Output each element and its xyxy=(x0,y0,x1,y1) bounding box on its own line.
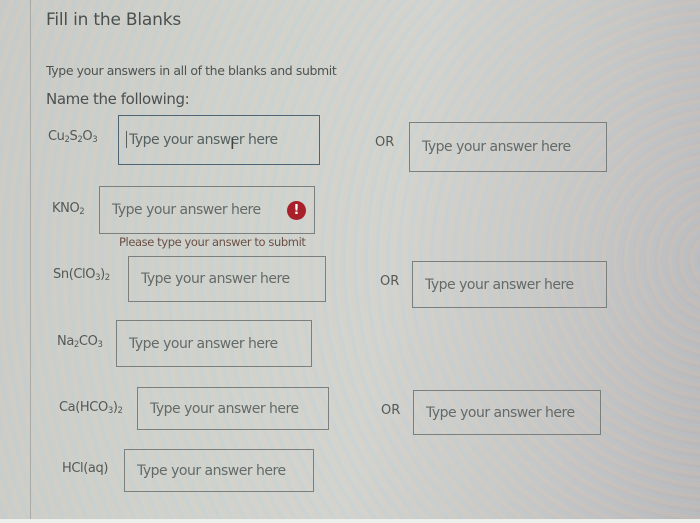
instructions-text: Type your answers in all of the blanks a… xyxy=(46,63,337,78)
mouse-ibeam-cursor-icon: I xyxy=(230,134,235,153)
screen-bottom-edge xyxy=(0,519,700,523)
formula-label-q3: Sn(ClO3)2 xyxy=(53,267,110,283)
or-label-q5: OR xyxy=(381,403,401,418)
formula-label-q5: Ca(HCO3)2 xyxy=(59,400,123,416)
or-label-q1: OR xyxy=(375,135,395,150)
validation-error-message: Please type your answer to submit xyxy=(119,235,306,249)
answer-input-q6[interactable] xyxy=(124,449,314,492)
exclamation-circle-icon: ! xyxy=(287,201,306,220)
or-label-q3: OR xyxy=(380,274,400,289)
text-caret xyxy=(126,131,127,148)
answer-input-q3[interactable] xyxy=(128,256,326,302)
answer-input-q2[interactable] xyxy=(99,186,315,234)
page-title: Fill in the Blanks xyxy=(46,10,181,30)
answer-input-q5[interactable] xyxy=(137,387,329,430)
question-prompt: Name the following: xyxy=(46,90,190,108)
alternate-answer-input-q5[interactable] xyxy=(413,390,601,435)
answer-input-q1[interactable] xyxy=(118,115,320,165)
alternate-answer-input-q3[interactable] xyxy=(412,261,607,308)
fill-in-the-blanks-panel: Fill in the Blanks Type your answers in … xyxy=(0,0,700,523)
answer-input-q4[interactable] xyxy=(116,320,312,367)
formula-label-q6: HCl(aq) xyxy=(62,461,109,476)
formula-label-q1: Cu2S2O3 xyxy=(48,129,98,145)
alternate-answer-input-q1[interactable] xyxy=(409,122,607,172)
formula-label-q2: KNO2 xyxy=(52,201,85,217)
formula-label-q4: Na2CO3 xyxy=(57,334,103,350)
